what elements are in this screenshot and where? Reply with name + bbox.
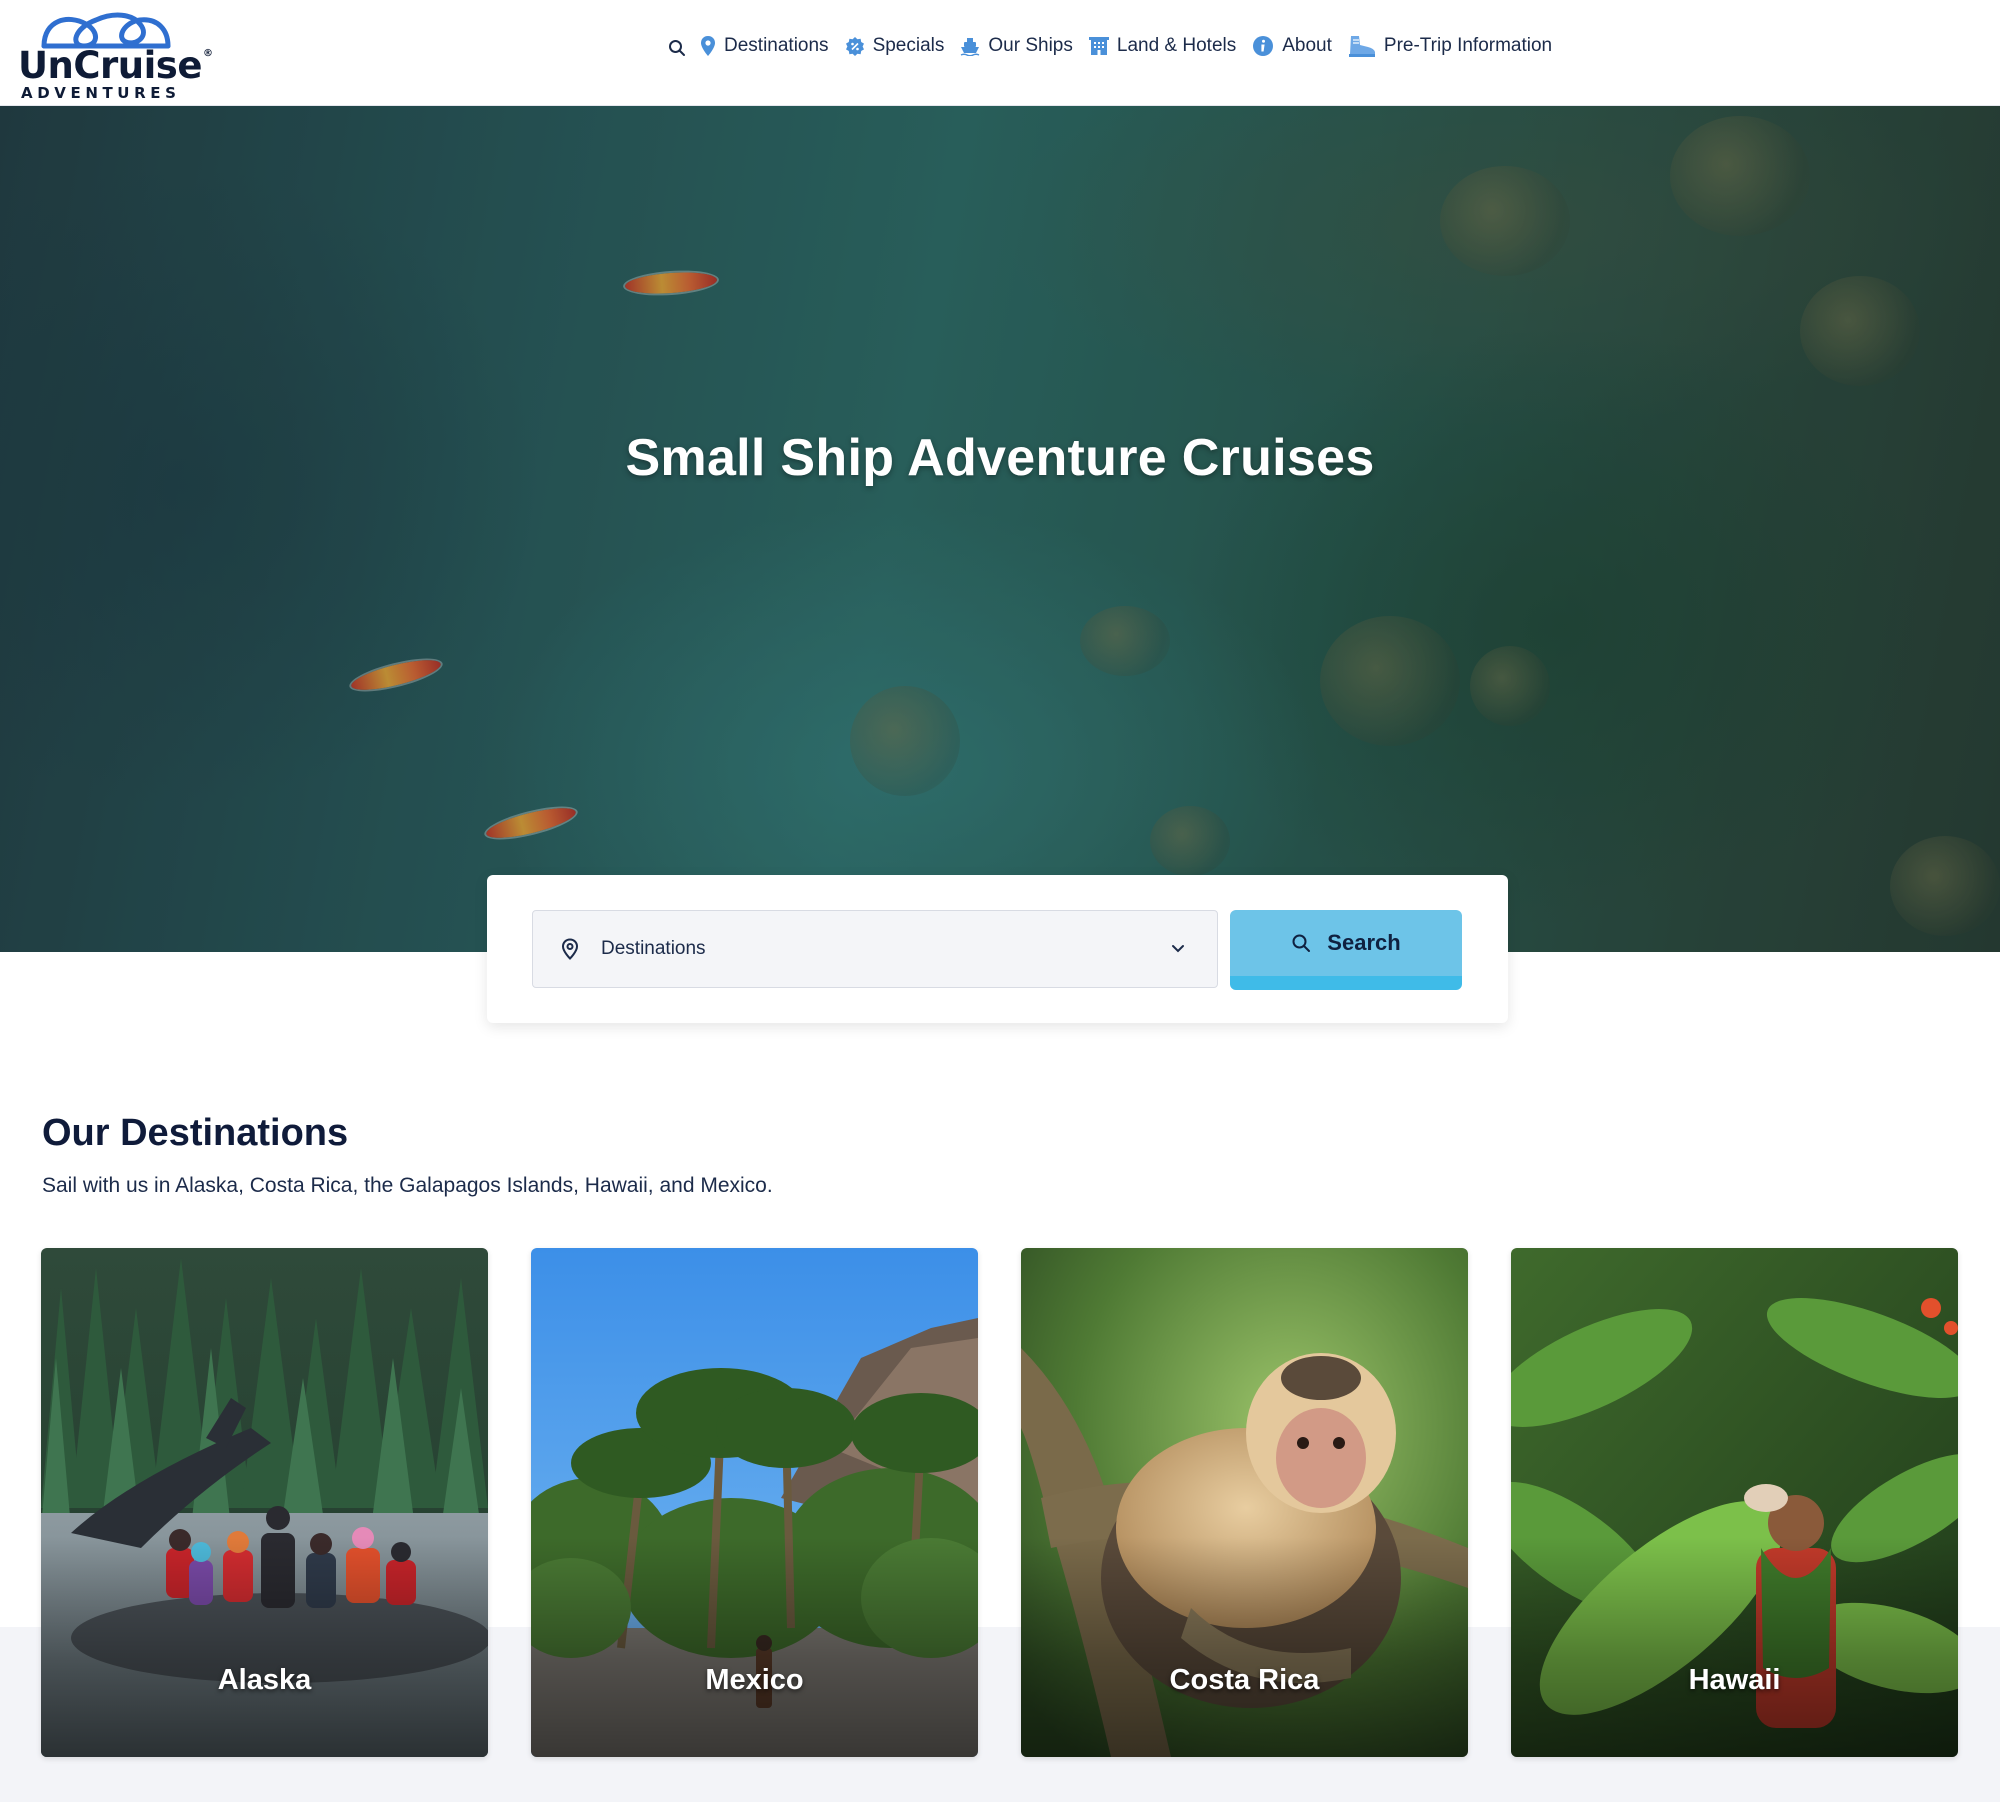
card-fade bbox=[1021, 1537, 1468, 1757]
logo-wordmark: UnCruise® bbox=[18, 44, 213, 87]
nav-label: Land & Hotels bbox=[1116, 35, 1237, 56]
map-pin-outline-icon bbox=[561, 938, 579, 960]
destination-card-hawaii[interactable]: Hawaii bbox=[1511, 1248, 1958, 1757]
card-label: Alaska bbox=[217, 1664, 312, 1696]
card-fade bbox=[1511, 1537, 1958, 1757]
nav-label: Destinations bbox=[724, 35, 829, 56]
destination-select-value: Destinations bbox=[601, 938, 706, 959]
nav-label: Specials bbox=[872, 35, 945, 56]
badge-percent-icon bbox=[845, 37, 864, 56]
destination-card-mexico[interactable]: Mexico bbox=[531, 1248, 978, 1757]
card-label: Costa Rica bbox=[1169, 1664, 1320, 1696]
nav-item-our-ships[interactable]: Our Ships bbox=[960, 35, 1073, 57]
hero-banner: Small Ship Adventure Cruises bbox=[0, 106, 2000, 952]
nav-label: Pre-Trip Information bbox=[1383, 35, 1553, 56]
card-label: Mexico bbox=[705, 1664, 804, 1696]
nav-item-land-hotels[interactable]: Land & Hotels bbox=[1088, 35, 1237, 57]
nav-item-specials[interactable]: Specials bbox=[845, 35, 945, 57]
search-card: Destinations Search bbox=[487, 875, 1508, 1023]
hiking-boot-icon bbox=[1348, 36, 1375, 57]
chevron-down-icon bbox=[1172, 945, 1184, 953]
hero-title: Small Ship Adventure Cruises bbox=[625, 429, 1375, 487]
nav-item-about[interactable]: About bbox=[1252, 35, 1332, 57]
card-fade bbox=[531, 1537, 978, 1757]
nav-label: About bbox=[1282, 35, 1332, 56]
info-icon bbox=[1253, 36, 1274, 56]
hotel-icon bbox=[1088, 37, 1109, 55]
destination-card-costa-rica[interactable]: Costa Rica bbox=[1021, 1248, 1468, 1757]
nav-search-icon[interactable] bbox=[668, 39, 686, 57]
nav-label: Our Ships bbox=[988, 35, 1073, 56]
card-fade bbox=[41, 1537, 488, 1757]
uncruise-logo[interactable]: UnCruise® ADVENTURES bbox=[18, 6, 213, 102]
main-nav: Destinations Specials Our Ships Land & H… bbox=[668, 30, 1568, 62]
hero-shade bbox=[0, 106, 2000, 952]
search-icon bbox=[1292, 934, 1311, 952]
ship-icon bbox=[961, 38, 980, 56]
card-label: Hawaii bbox=[1688, 1664, 1781, 1696]
nav-item-destinations[interactable]: Destinations bbox=[700, 35, 829, 57]
map-pin-icon bbox=[701, 36, 715, 56]
logo-tagline: ADVENTURES bbox=[21, 84, 181, 102]
destination-card-alaska[interactable]: Alaska bbox=[41, 1248, 488, 1757]
nav-item-pre-trip-information[interactable]: Pre-Trip Information bbox=[1348, 35, 1552, 57]
destinations-subtitle: Sail with us in Alaska, Costa Rica, the … bbox=[42, 1174, 773, 1197]
search-button-label: Search bbox=[1327, 930, 1401, 955]
site-header: UnCruise® ADVENTURES Destinations Specia… bbox=[0, 0, 2000, 106]
destinations-title: Our Destinations bbox=[42, 1112, 349, 1154]
destination-select[interactable]: Destinations bbox=[532, 910, 1218, 988]
search-button[interactable]: Search bbox=[1230, 910, 1462, 990]
